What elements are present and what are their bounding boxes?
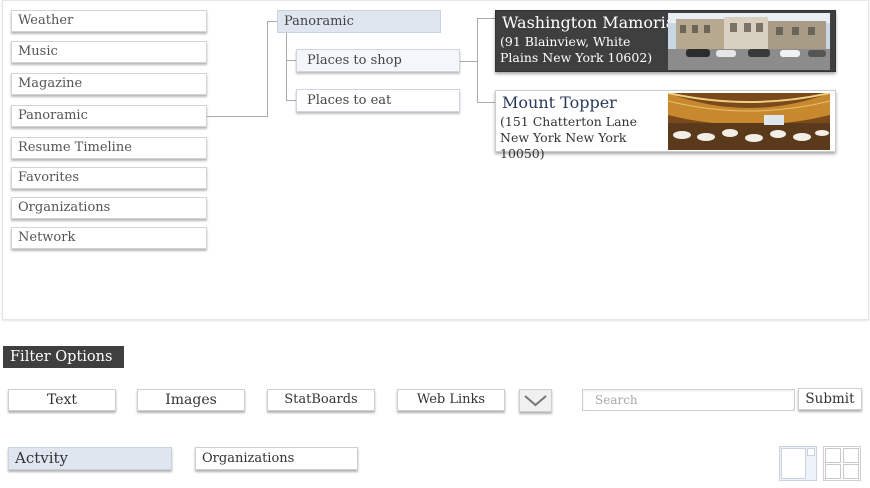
sidebar-item-label: Panoramic <box>18 108 88 123</box>
filter-statboards-button[interactable]: StatBoards <box>267 389 375 411</box>
filter-options-text: Filter Options <box>10 349 113 365</box>
filter-button-label: StatBoards <box>284 392 358 407</box>
submit-button-label: Submit <box>805 391 855 407</box>
single-layout-icon <box>779 446 817 485</box>
filter-text-button[interactable]: Text <box>8 389 116 411</box>
sidebar-item-network[interactable]: Network <box>11 227 207 249</box>
banquet-hall-panorama-image <box>668 93 830 150</box>
sidebar-item-label: Resume Timeline <box>18 140 132 155</box>
sidebar-item-organizations[interactable]: Organizations <box>11 197 207 219</box>
tree-header-label: Panoramic <box>284 14 354 29</box>
connector-line <box>477 18 478 103</box>
place-address: (91 Blainview, White Plains New York 106… <box>500 34 653 65</box>
single-view-toggle[interactable] <box>779 446 817 481</box>
place-address: (151 Chatterton Lane New York New York 1… <box>500 114 637 161</box>
sidebar-item-label: Weather <box>18 13 74 28</box>
place-card-mount-topper[interactable]: Mount Topper (151 Chatterton Lane New Yo… <box>495 90 836 161</box>
connector-line <box>207 116 268 117</box>
sidebar-item-panoramic[interactable]: Panoramic <box>11 105 207 127</box>
filter-images-button[interactable]: Images <box>137 389 245 411</box>
search-input[interactable] <box>582 389 795 411</box>
sidebar-item-label: Network <box>18 230 76 245</box>
tree-item-label: Places to eat <box>307 93 392 108</box>
sidebar-item-weather[interactable]: Weather <box>11 10 207 32</box>
sidebar-item-label: Music <box>18 44 58 59</box>
tree-item-places-to-shop[interactable]: Places to shop <box>296 49 460 72</box>
filter-options-label: Filter Options <box>3 346 124 368</box>
filter-button-label: Web Links <box>416 392 486 407</box>
sidebar-item-label: Magazine <box>18 76 83 91</box>
tab-organizations[interactable]: Organizations <box>195 447 358 470</box>
connector-line <box>460 61 478 62</box>
sidebar-item-label: Favorites <box>18 170 80 185</box>
more-filters-dropdown-button[interactable] <box>519 389 552 412</box>
place-card-washington-mamorial[interactable]: Washington Mamorial (91 Blainview, White… <box>495 10 836 72</box>
connector-line <box>286 33 287 101</box>
tab-label: Actvity <box>15 449 69 467</box>
sidebar-item-magazine[interactable]: Magazine <box>11 73 207 95</box>
street-panorama-image <box>668 13 830 70</box>
filter-web-links-button[interactable]: Web Links <box>397 389 505 411</box>
connector-line <box>477 102 495 103</box>
place-title: Washington Mamorial <box>502 13 681 32</box>
sidebar-item-label: Organizations <box>18 200 111 215</box>
sidebar-item-music[interactable]: Music <box>11 41 207 63</box>
connector-line <box>286 100 296 101</box>
tree-item-places-to-eat[interactable]: Places to eat <box>296 89 460 112</box>
filter-button-label: Text <box>46 392 78 408</box>
tree-item-label: Places to shop <box>307 53 402 68</box>
chevron-down-icon <box>520 395 551 415</box>
place-title: Mount Topper <box>502 93 617 112</box>
grid-view-toggle[interactable] <box>823 446 861 481</box>
filter-button-label: Images <box>165 392 217 408</box>
connector-line <box>286 60 296 61</box>
submit-button[interactable]: Submit <box>798 388 862 410</box>
tree-header-panoramic[interactable]: Panoramic <box>277 10 441 33</box>
tab-label: Organizations <box>202 451 295 466</box>
sidebar-item-favorites[interactable]: Favorites <box>11 167 207 189</box>
sidebar-item-resume-timeline[interactable]: Resume Timeline <box>11 137 207 159</box>
connector-line <box>477 18 495 19</box>
grid-layout-icon <box>823 446 861 485</box>
connector-line <box>267 21 268 117</box>
tab-activity[interactable]: Actvity <box>8 447 172 470</box>
